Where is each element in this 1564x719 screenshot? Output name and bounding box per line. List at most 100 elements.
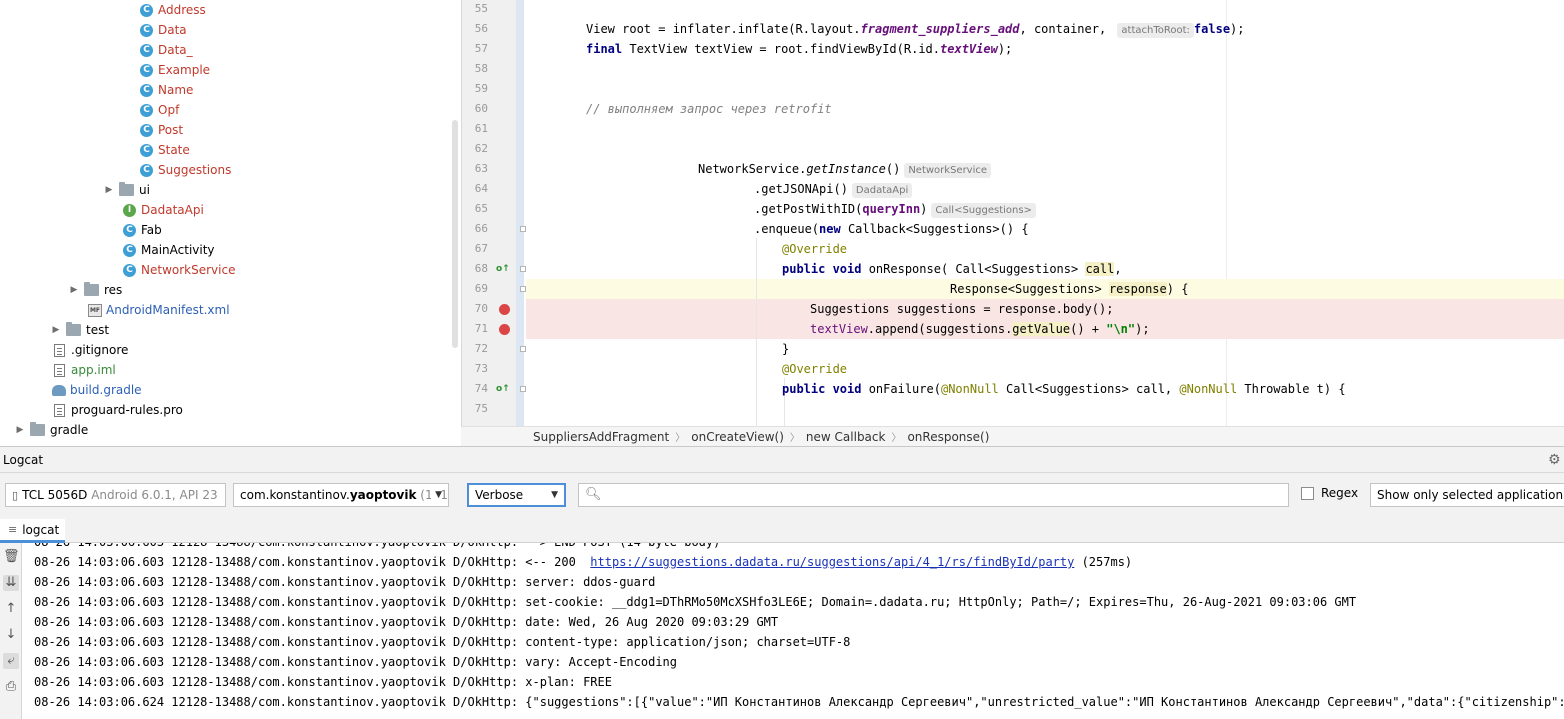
code-line-72[interactable]: } bbox=[782, 339, 1564, 359]
tree-item[interactable]: .gitignore bbox=[54, 340, 128, 360]
arrow-up-icon[interactable]: ↑ bbox=[3, 601, 19, 617]
override-marker-icon[interactable]: o↑ bbox=[496, 259, 510, 279]
code-comment[interactable]: // выполняем запрос через retrofit bbox=[586, 99, 1564, 119]
code-line-64[interactable]: .getJSONApi() DadataApi bbox=[754, 179, 1564, 199]
tree-item[interactable]: C Data_ bbox=[140, 40, 193, 60]
tree-item[interactable]: C NetworkService bbox=[123, 260, 235, 280]
code-line-70[interactable]: Suggestions suggestions = response.body(… bbox=[810, 299, 1564, 319]
filter-select[interactable]: Show only selected application bbox=[1370, 483, 1564, 507]
chevron-right-icon[interactable]: ▶ bbox=[68, 280, 80, 300]
chevron-right-icon[interactable]: ▶ bbox=[14, 420, 26, 440]
fold-icon[interactable] bbox=[520, 346, 526, 352]
fold-icon[interactable] bbox=[520, 286, 526, 292]
line-number: 69 bbox=[474, 282, 488, 295]
class-icon: C bbox=[140, 123, 153, 137]
line-number: 63 bbox=[474, 162, 488, 175]
gradle-icon bbox=[52, 384, 66, 396]
code-line-63[interactable]: NetworkService.getInstance() NetworkServi… bbox=[698, 159, 1564, 179]
code-annotation[interactable]: @Override bbox=[782, 359, 1564, 379]
manifest-icon: MF bbox=[88, 303, 102, 317]
tree-item[interactable]: C Suggestions bbox=[140, 160, 231, 180]
tree-item-test[interactable]: ▶ test bbox=[50, 320, 109, 340]
line-number: 58 bbox=[474, 62, 488, 75]
log-line: 08-26 14:03:06.603 12128-13488/com.konst… bbox=[34, 555, 1133, 569]
scroll-to-end-icon[interactable]: ⇊ bbox=[3, 575, 19, 591]
logcat-tab-icon: ≡ bbox=[8, 523, 18, 536]
log-link[interactable]: https://suggestions.dadata.ru/suggestion… bbox=[590, 555, 1074, 569]
type-hint: DadataApi bbox=[851, 183, 913, 198]
tab-logcat[interactable]: ≡ logcat bbox=[0, 519, 66, 543]
line-number: 57 bbox=[474, 42, 488, 55]
tree-item[interactable]: C Opf bbox=[140, 100, 179, 120]
code-line-57[interactable]: final TextView textView = root.findViewB… bbox=[586, 39, 1564, 59]
breadcrumb-item[interactable]: onResponse() bbox=[907, 430, 989, 444]
fold-icon[interactable] bbox=[520, 266, 526, 272]
breakpoint-icon[interactable] bbox=[499, 324, 510, 335]
breadcrumb-item[interactable]: SuppliersAddFragment bbox=[533, 430, 669, 444]
tree-item[interactable]: C State bbox=[140, 140, 190, 160]
line-number: 59 bbox=[474, 82, 488, 95]
class-icon: C bbox=[140, 63, 153, 77]
tree-item[interactable]: MF AndroidManifest.xml bbox=[88, 300, 230, 320]
tree-item[interactable]: I DadataApi bbox=[123, 200, 204, 220]
line-number: 74 bbox=[474, 382, 488, 395]
class-icon: C bbox=[140, 43, 153, 57]
tree-item[interactable]: C Example bbox=[140, 60, 210, 80]
chevron-right-icon[interactable]: ▶ bbox=[50, 320, 62, 340]
code-line-56[interactable]: View root = inflater.inflate(R.layout.fr… bbox=[586, 19, 1564, 39]
line-number: 65 bbox=[474, 202, 488, 215]
code-line-69[interactable]: Response<Suggestions> response) { bbox=[950, 279, 1564, 299]
chevron-down-icon: ▼ bbox=[431, 484, 442, 506]
override-marker-icon[interactable]: o↑ bbox=[496, 379, 510, 399]
arrow-down-icon[interactable]: ↓ bbox=[3, 627, 19, 643]
breadcrumb: SuppliersAddFragment 〉 onCreateView() 〉 ne… bbox=[461, 426, 1564, 446]
breakpoint-icon[interactable] bbox=[499, 304, 510, 315]
code-editor[interactable]: 55 56 57 58 59 60 61 62 63 64 65 66 67 6… bbox=[461, 0, 1564, 426]
tree-item-gradle[interactable]: ▶ gradle bbox=[14, 420, 88, 440]
code-line-65[interactable]: .getPostWithID(queryInn) Call<Suggestions… bbox=[754, 199, 1564, 219]
gear-icon[interactable]: ⚙ bbox=[1548, 452, 1564, 468]
chevron-right-icon: 〉 bbox=[789, 433, 800, 444]
search-icon: 🔍︎ bbox=[585, 487, 602, 502]
log-output[interactable]: 08-26 14:03:06.603 12128-13488/com.konst… bbox=[22, 543, 1564, 719]
log-level-select[interactable]: Verbose ▼ bbox=[467, 483, 566, 507]
code-annotation[interactable]: @Override bbox=[782, 239, 1564, 259]
tree-item[interactable]: C MainActivity bbox=[123, 240, 215, 260]
interface-icon: I bbox=[123, 203, 136, 217]
tree-item-res[interactable]: ▶ res bbox=[68, 280, 122, 300]
code-line-66[interactable]: .enqueue(new Callback<Suggestions>() { bbox=[754, 219, 1564, 239]
line-number: 66 bbox=[474, 222, 488, 235]
tree-item[interactable]: proguard-rules.pro bbox=[54, 400, 183, 420]
log-line: 08-26 14:03:06.603 12128-13488/com.konst… bbox=[34, 595, 1357, 609]
code-line-71[interactable]: textView.append(suggestions.getValue() +… bbox=[810, 319, 1564, 339]
device-selector[interactable]: ▯ TCL 5056D Android 6.0.1, API 23 bbox=[5, 483, 226, 507]
line-number: 73 bbox=[474, 362, 488, 375]
print-icon[interactable]: ⎙ bbox=[3, 679, 19, 695]
line-number: 70 bbox=[474, 302, 488, 315]
regex-checkbox[interactable] bbox=[1301, 487, 1314, 500]
code-line-74[interactable]: public void onFailure(@NonNull Call<Sugg… bbox=[782, 379, 1564, 399]
breadcrumb-item[interactable]: new Callback bbox=[806, 430, 886, 444]
soft-wrap-icon[interactable]: ⤶ bbox=[3, 653, 19, 669]
tree-item-ui[interactable]: ▶ ui bbox=[103, 180, 150, 200]
tree-item[interactable]: C Name bbox=[140, 80, 193, 100]
trash-icon[interactable]: 🗑 bbox=[3, 549, 20, 565]
code-line-68[interactable]: public void onResponse( Call<Suggestions… bbox=[782, 259, 1564, 279]
search-input[interactable]: 🔍︎ bbox=[578, 483, 1289, 507]
tree-item[interactable]: C Address bbox=[140, 0, 206, 20]
tree-scrollbar[interactable] bbox=[452, 120, 458, 348]
file-icon bbox=[54, 343, 65, 357]
tree-item[interactable]: app.iml bbox=[54, 360, 116, 380]
line-number: 62 bbox=[474, 142, 488, 155]
tree-item[interactable]: C Data bbox=[140, 20, 187, 40]
fold-icon[interactable] bbox=[520, 226, 526, 232]
tree-item[interactable]: C Post bbox=[140, 120, 183, 140]
fold-icon[interactable] bbox=[520, 386, 526, 392]
breadcrumb-item[interactable]: onCreateView() bbox=[691, 430, 784, 444]
tree-item[interactable]: build.gradle bbox=[52, 380, 142, 400]
chevron-right-icon[interactable]: ▶ bbox=[103, 180, 115, 200]
folder-icon bbox=[66, 322, 81, 336]
log-line: 08-26 14:03:06.603 12128-13488/com.konst… bbox=[34, 655, 677, 669]
tree-item[interactable]: C Fab bbox=[123, 220, 162, 240]
process-selector[interactable]: com.konstantinov.yaoptovik (12128 ▼ bbox=[233, 483, 449, 507]
